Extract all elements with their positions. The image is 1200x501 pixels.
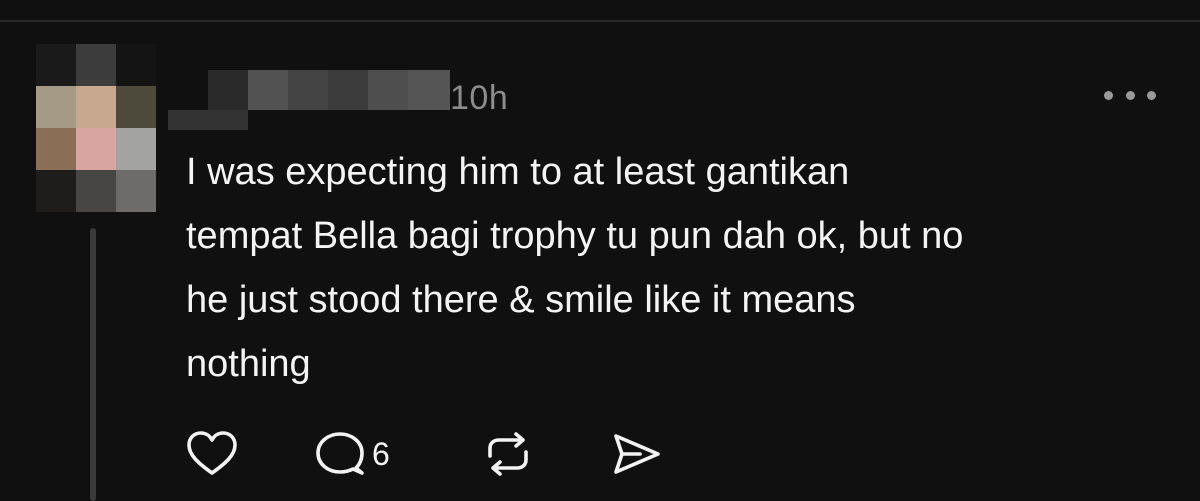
- repost-button[interactable]: [482, 428, 534, 480]
- more-dots-icon: [1125, 90, 1135, 100]
- post-text: I was expecting him to at least gantikan…: [186, 151, 964, 385]
- share-button[interactable]: [610, 428, 662, 480]
- more-dots-icon: [1104, 90, 1113, 100]
- top-divider: [0, 20, 1200, 22]
- timestamp: 10h: [450, 79, 509, 117]
- more-options-button[interactable]: [1104, 80, 1156, 110]
- like-button[interactable]: [186, 428, 238, 480]
- more-dots-icon: [1147, 90, 1156, 100]
- reply-count: 6: [372, 435, 390, 472]
- speech-bubble-icon: [316, 432, 364, 475]
- heart-icon: [187, 431, 237, 475]
- thread-line: [90, 228, 96, 501]
- repost-arrows-icon: [488, 432, 528, 476]
- username-redacted[interactable]: [168, 70, 458, 130]
- avatar[interactable]: [36, 44, 156, 212]
- reply-button[interactable]: 6: [314, 428, 390, 480]
- send-icon: [614, 434, 660, 474]
